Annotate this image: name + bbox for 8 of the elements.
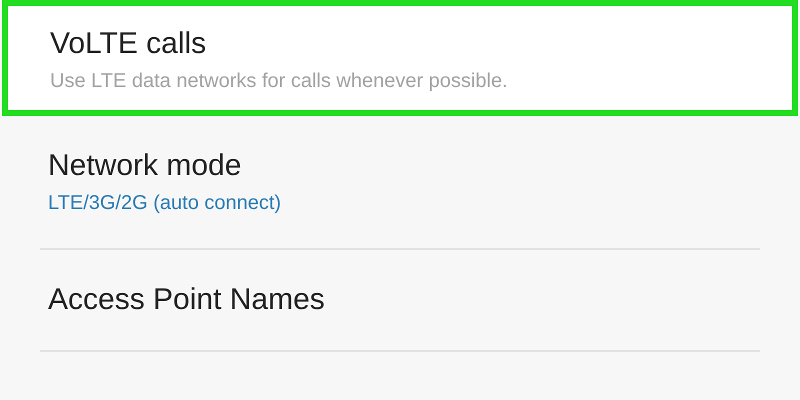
settings-item[interactable]: VoLTE calls Use LTE data networks for calls whenever possible.: [2, 0, 798, 116]
setting-summary: Use LTE data networks for calls whenever possible.: [50, 69, 509, 94]
setting-summary: LTE/3G/2G (auto connect): [48, 191, 282, 216]
settings-item[interactable]: Network mode LTE/3G/2G (auto connect): [2, 116, 798, 240]
setting-title: Access Point Names: [48, 282, 326, 318]
settings-item[interactable]: Access Point Names: [2, 250, 798, 342]
setting-title: Network mode: [48, 148, 242, 184]
setting-title: VoLTE calls: [50, 26, 208, 62]
